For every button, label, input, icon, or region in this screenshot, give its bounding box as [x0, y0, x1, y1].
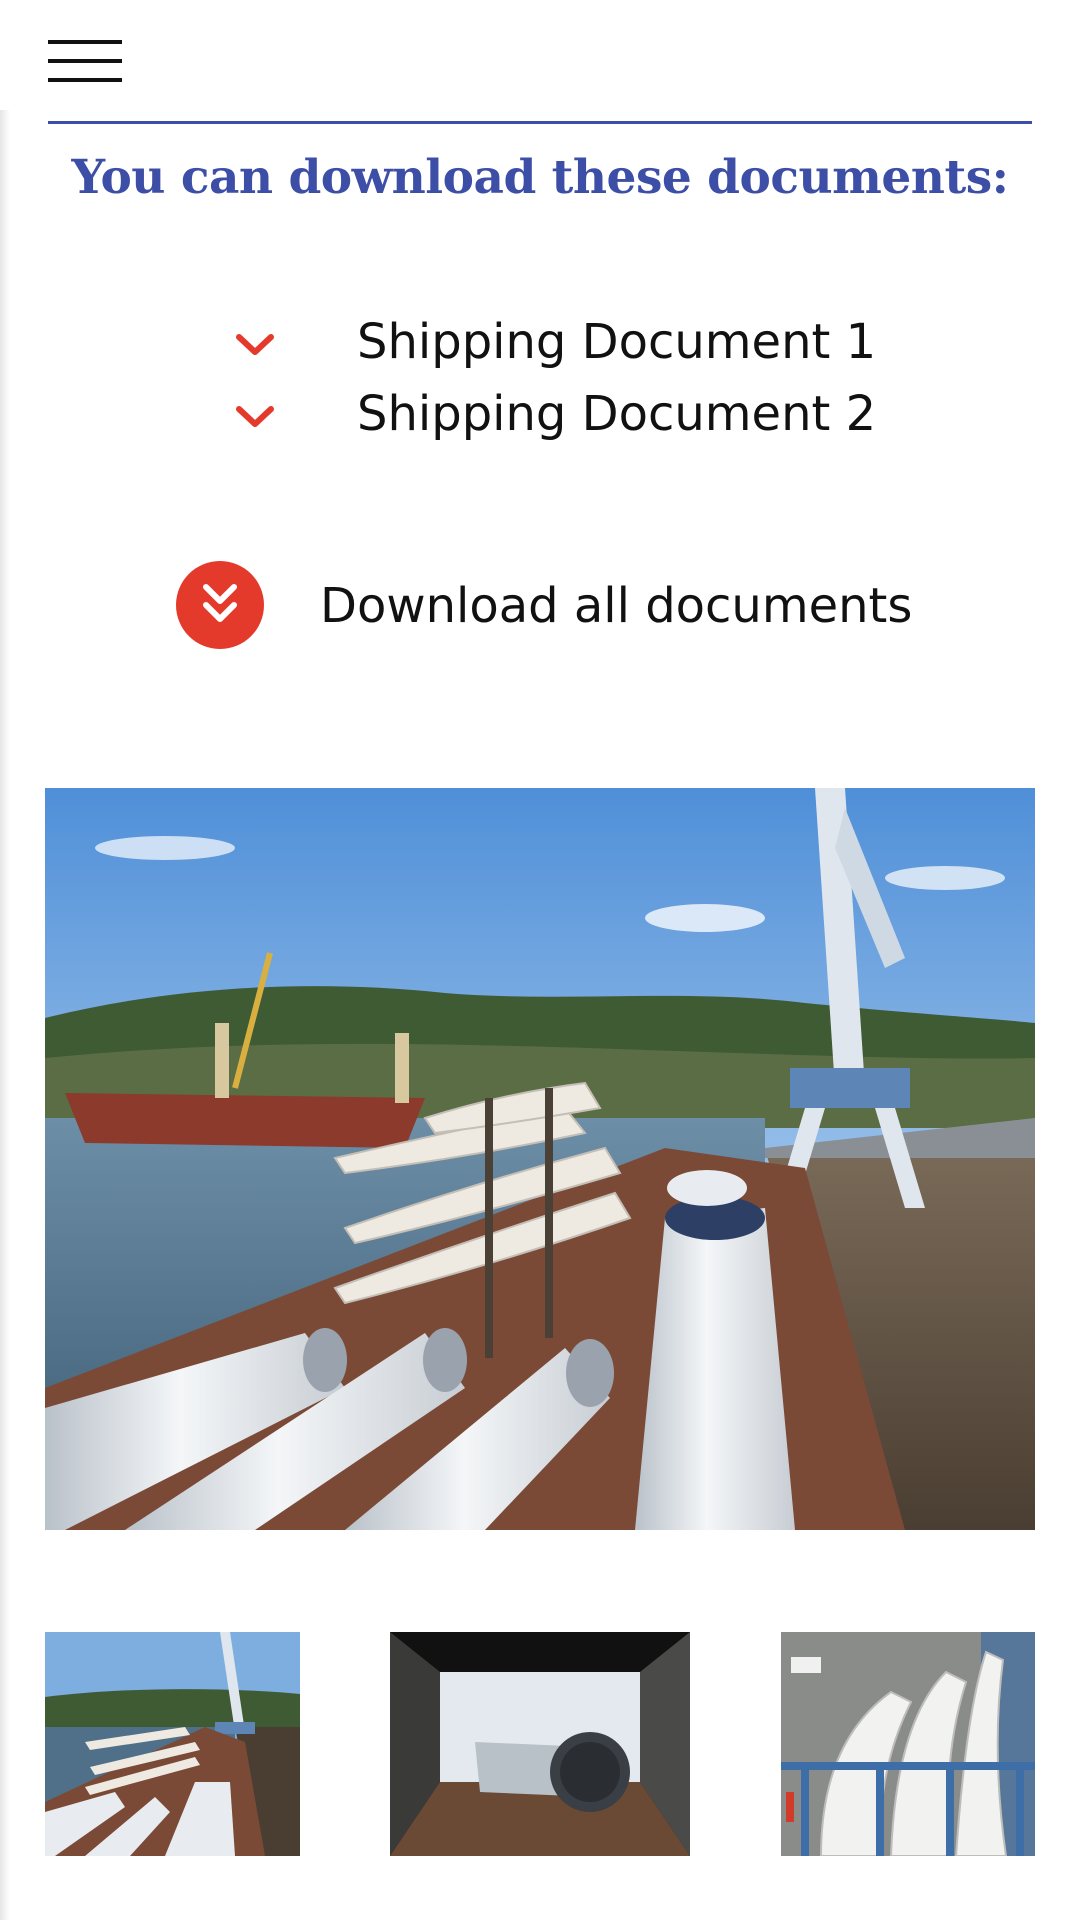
hamburger-menu-button[interactable] [48, 40, 124, 84]
gallery-thumbnail-3[interactable] [781, 1632, 1035, 1856]
document-link-label: Shipping Document 1 [357, 314, 877, 370]
port-wind-turbine-cargo-photo [45, 788, 1035, 1530]
ship-hold-tank-thumbnail [390, 1632, 690, 1856]
port-wind-turbine-cargo-thumbnail [45, 1632, 300, 1856]
document-link-label: Shipping Document 2 [357, 386, 877, 442]
chevron-down-icon [236, 406, 274, 427]
page-edge-shadow [0, 110, 10, 1920]
download-all-icon-circle [176, 561, 264, 649]
hamburger-menu-icon-line-top [48, 40, 122, 44]
hamburger-menu-icon-line-bottom [48, 78, 122, 82]
hamburger-menu-icon-line-middle [48, 59, 122, 63]
gallery-thumbnail-1[interactable] [45, 1632, 300, 1856]
header-divider [48, 121, 1032, 124]
page-heading: You can download these documents: [71, 150, 1009, 205]
gallery-thumbnail-2[interactable] [390, 1632, 690, 1856]
download-all-button[interactable]: Download all documents [176, 560, 912, 650]
double-chevron-down-icon [203, 584, 237, 622]
chevron-down-icon [236, 334, 274, 355]
document-link-1[interactable]: Shipping Document 1 [230, 310, 876, 374]
download-all-label: Download all documents [320, 578, 913, 634]
document-link-2[interactable]: Shipping Document 2 [230, 382, 876, 446]
turbine-blades-deck-thumbnail [781, 1632, 1035, 1856]
